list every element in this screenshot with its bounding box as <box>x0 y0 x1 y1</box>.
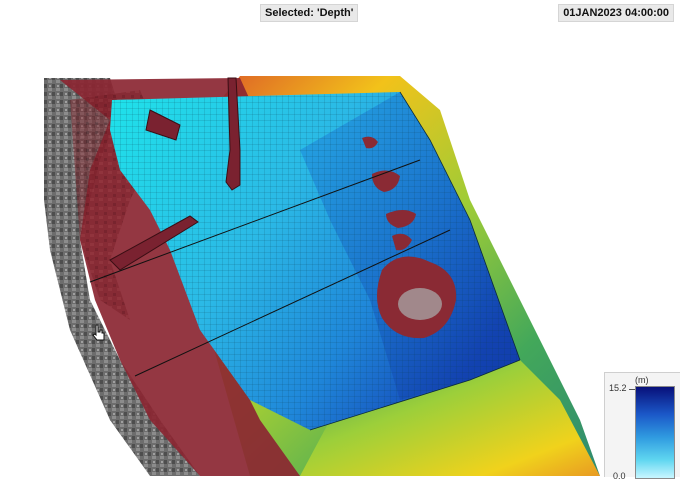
depth-legend: (m) 15.2 0.0 <box>604 372 680 481</box>
legend-max-label: 15.2 <box>609 383 627 393</box>
map-view[interactable] <box>0 0 680 476</box>
hand-cursor-icon <box>92 324 105 341</box>
legend-min-label: 0.0 <box>613 471 626 481</box>
island-peak <box>398 288 442 320</box>
legend-color-bar <box>635 386 675 479</box>
legend-unit-label: (m) <box>635 375 649 385</box>
